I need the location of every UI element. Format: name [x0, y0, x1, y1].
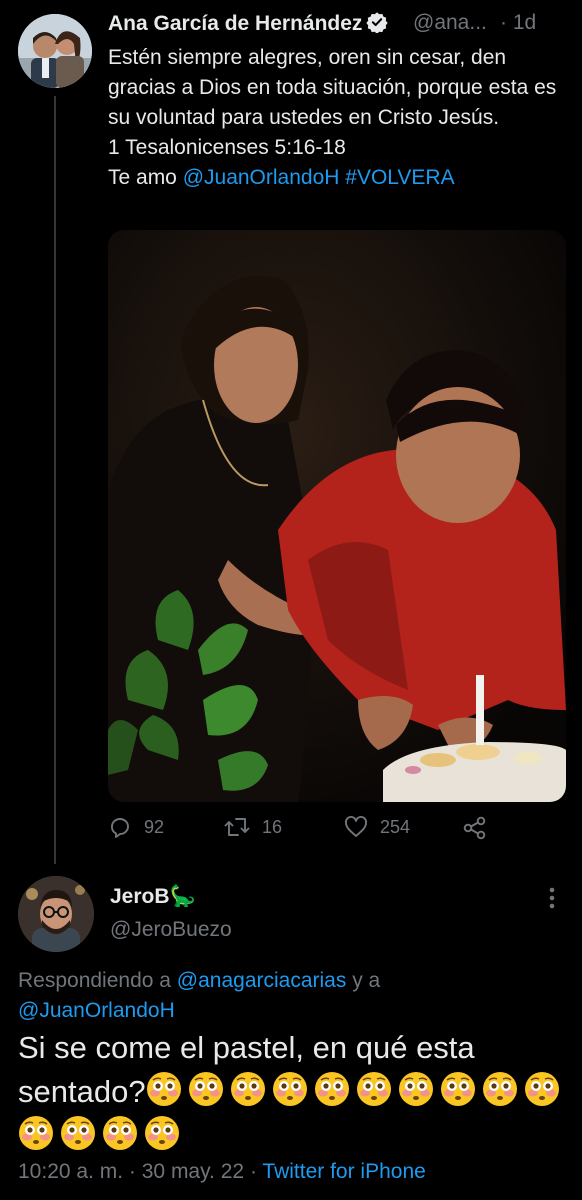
tweet-line: Estén siempre alegres, oren sin cesar, d… [108, 46, 557, 129]
tweet-line-prefix: Te amo [108, 166, 183, 189]
reply-icon [111, 818, 129, 838]
flushed-face-emoji [145, 1116, 179, 1150]
author-name-text: Ana García de Hernández [108, 12, 363, 35]
like-button[interactable]: 254 [344, 815, 410, 839]
share-button[interactable] [462, 815, 500, 841]
tweet-last-line: Te amo @JuanOrlandoH #VOLVERA [108, 163, 568, 193]
flushed-face-emoji [440, 1072, 475, 1106]
more-icon[interactable] [548, 886, 556, 910]
reply-meta: 10:20 a. m. · 30 may. 22 · Twitter for i… [18, 1160, 426, 1184]
reply-button[interactable]: 92 [108, 815, 164, 839]
replying-prefix: Respondiendo a [18, 969, 177, 992]
flushed-face-emoji [19, 1116, 53, 1150]
tweet-actions: 92 16 254 [108, 815, 568, 845]
verified-badge-icon [366, 12, 389, 33]
flushed-face-emoji [61, 1116, 95, 1150]
tweet-text: Estén siempre alegres, oren sin cesar, d… [108, 43, 568, 193]
mention-link[interactable]: @JuanOrlandoH [183, 166, 340, 189]
tweet-age[interactable]: · 1d [500, 11, 536, 35]
replying-to: Respondiendo a @anagarciacarias y a @Juan… [18, 966, 558, 1026]
age-separator: · [500, 11, 507, 34]
flushed-face-emoji [272, 1072, 307, 1106]
flushed-face-emoji [356, 1072, 391, 1106]
reply-date[interactable]: 30 may. 22 [142, 1160, 244, 1183]
reply-text: Si se come el pastel, en qué esta sentad… [18, 1026, 566, 1158]
tweet-photo[interactable] [108, 230, 566, 802]
reply-author-name[interactable]: JeroB🦕 [110, 885, 196, 909]
author-avatar[interactable] [18, 14, 92, 88]
share-icon [463, 816, 486, 840]
flushed-face-emoji [230, 1072, 265, 1106]
reply-count: 92 [144, 816, 165, 837]
reply-author-name-text: JeroB [110, 885, 170, 908]
meta-dot: · [249, 1160, 257, 1183]
retweet-button[interactable]: 16 [224, 815, 282, 839]
reply-source-link[interactable]: Twitter for iPhone [262, 1160, 425, 1183]
replying-user-link[interactable]: @JuanOrlandoH [18, 999, 175, 1022]
flushed-face-emoji [524, 1072, 559, 1106]
like-icon [345, 815, 367, 837]
like-count: 254 [380, 816, 411, 837]
author-handle[interactable]: @ana... [413, 11, 487, 35]
age-text: 1d [512, 11, 537, 34]
replying-user-link[interactable]: @anagarciacarias [177, 969, 347, 992]
retweet-count: 16 [262, 816, 283, 837]
reply-author-avatar[interactable] [18, 876, 94, 952]
reply-time[interactable]: 10:20 a. m. [18, 1160, 123, 1183]
tweet-line: 1 Tesalonicenses 5:16-18 [108, 136, 346, 159]
flushed-face-emoji [398, 1072, 433, 1106]
thread-line [54, 96, 56, 864]
author-name[interactable]: Ana García de Hernández [108, 11, 389, 36]
flushed-face-emoji [103, 1116, 137, 1150]
meta-dot: · [128, 1160, 136, 1183]
hashtag-link[interactable]: #VOLVERA [345, 166, 454, 189]
reply-author-handle[interactable]: @JeroBuezo [110, 918, 232, 942]
flushed-face-emoji [482, 1072, 517, 1106]
flushed-face-emoji [314, 1072, 349, 1106]
retweet-icon [224, 818, 250, 836]
flushed-face-emoji [188, 1072, 223, 1106]
flushed-face-emoji [146, 1072, 181, 1106]
replying-joiner: y a [346, 969, 381, 992]
dinosaur-emoji: 🦕 [169, 885, 196, 908]
